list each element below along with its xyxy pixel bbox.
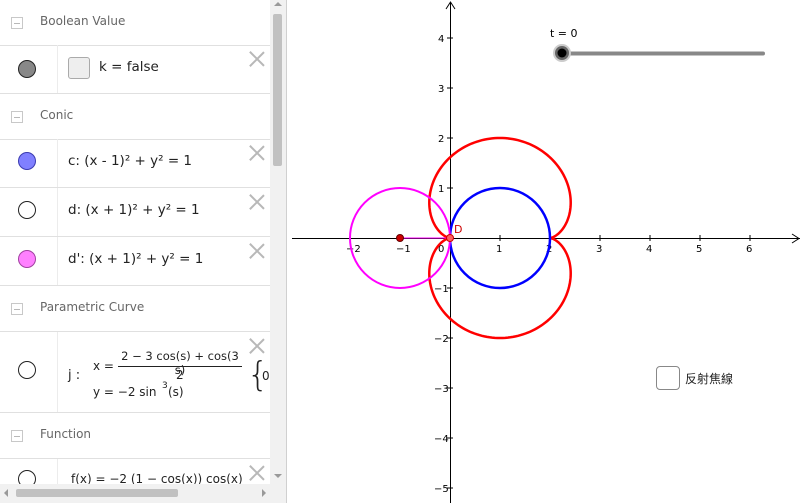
x-tick-label: −1: [396, 244, 411, 255]
checkbox-label: 反射焦線: [685, 372, 734, 386]
group-label: Conic: [40, 108, 74, 122]
algebra-text-c: c: (x - 1)² + y² = 1: [68, 153, 193, 169]
y-tick-label: −3: [434, 384, 449, 395]
fraction-bar: [118, 366, 242, 367]
algebra-view: Boolean Value k = false Conic c: (x - 1)…: [0, 0, 287, 503]
algebra-row-d-prime[interactable]: d': (x + 1)² + y² = 1: [0, 237, 270, 286]
slider-label: t = 0: [550, 27, 578, 40]
delete-icon[interactable]: [249, 243, 265, 259]
vertical-scrollbar[interactable]: [270, 0, 286, 484]
boolean-checkbox[interactable]: [68, 57, 90, 79]
collapse-toggle[interactable]: [11, 430, 23, 442]
group-boolean-value[interactable]: Boolean Value: [0, 0, 270, 46]
visibility-toggle[interactable]: [0, 237, 58, 285]
x-tick-label: 1: [496, 244, 502, 255]
y-argument: (s): [168, 385, 184, 399]
visibility-dot[interactable]: [18, 60, 36, 78]
curve-name: j :: [68, 368, 81, 383]
scrollbar-thumb[interactable]: [16, 489, 178, 497]
algebra-text-k: k = false: [99, 59, 159, 75]
x-tick-label: 5: [696, 244, 702, 255]
delete-icon[interactable]: [249, 194, 265, 210]
visibility-dot[interactable]: [18, 152, 36, 170]
algebra-row-k[interactable]: k = false: [0, 45, 270, 94]
y-tick-label: −1: [434, 284, 449, 295]
delete-icon[interactable]: [249, 145, 265, 161]
center-point[interactable]: [396, 234, 404, 242]
y-tick-label: 2: [438, 134, 444, 145]
horizontal-scrollbar[interactable]: [0, 484, 286, 503]
y-tick-label: −5: [434, 484, 449, 495]
y-tick-label: −4: [434, 434, 449, 445]
checkbox[interactable]: [656, 366, 680, 390]
scroll-right-icon[interactable]: [262, 489, 270, 497]
group-conic[interactable]: Conic: [0, 94, 270, 140]
x-denominator: 2: [176, 368, 184, 382]
scroll-up-icon[interactable]: [274, 0, 282, 6]
x-tick-label: 4: [646, 244, 652, 255]
y-tick-label: 3: [438, 84, 444, 95]
visibility-toggle[interactable]: [0, 332, 58, 412]
graphics-view[interactable]: −2 −1 0 1 2 3 4 5 64321−1−2−3−4−5 D t = 0: [287, 0, 800, 503]
y-equation: y = −2 sin: [93, 385, 157, 399]
visibility-toggle[interactable]: [0, 139, 58, 187]
y-tick-label: −2: [434, 334, 449, 345]
y-tick-label: 4: [438, 34, 444, 45]
algebra-row-c[interactable]: c: (x - 1)² + y² = 1: [0, 139, 270, 188]
group-label: Boolean Value: [40, 14, 126, 28]
point-d[interactable]: [446, 234, 454, 242]
slider-handle-core: [557, 48, 567, 58]
scrollbar-thumb[interactable]: [273, 14, 282, 166]
visibility-toggle[interactable]: [0, 188, 58, 236]
x-tick-label: 3: [596, 244, 602, 255]
collapse-toggle[interactable]: [11, 303, 23, 315]
visibility-dot[interactable]: [18, 201, 36, 219]
visibility-toggle[interactable]: [0, 45, 58, 93]
group-function[interactable]: Function: [0, 413, 270, 459]
algebra-text-d: d: (x + 1)² + y² = 1: [68, 202, 200, 218]
group-parametric-curve[interactable]: Parametric Curve: [0, 286, 270, 332]
algebra-row-d[interactable]: d: (x + 1)² + y² = 1: [0, 188, 270, 237]
delete-icon[interactable]: [249, 51, 265, 67]
delete-icon[interactable]: [249, 338, 265, 354]
axis-ticks: −2 −1 0 1 2 3 4 5 64321−1−2−3−4−5: [346, 34, 752, 495]
scroll-down-icon[interactable]: [274, 474, 282, 482]
scroll-left-icon[interactable]: [0, 489, 8, 497]
point-d-label: D: [454, 223, 462, 236]
range-start: 0: [262, 369, 270, 383]
group-label: Parametric Curve: [40, 300, 145, 314]
algebra-row-j[interactable]: j : x = 2 − 3 cos(s) + cos(3 s) 2 y = −2…: [0, 332, 270, 413]
delete-icon[interactable]: [249, 465, 265, 481]
slider-t[interactable]: t = 0: [550, 27, 765, 62]
algebra-text-d-prime: d': (x + 1)² + y² = 1: [68, 251, 204, 267]
visibility-dot[interactable]: [18, 361, 36, 379]
collapse-toggle[interactable]: [11, 17, 23, 29]
y-tick-label: 1: [438, 184, 444, 195]
group-label: Function: [40, 427, 92, 441]
grid-axes: −2 −1 0 1 2 3 4 5 64321−1−2−3−4−5: [292, 1, 800, 503]
visibility-dot[interactable]: [18, 250, 36, 268]
collapse-toggle[interactable]: [11, 111, 23, 123]
x-lhs: x =: [93, 359, 114, 373]
y-exponent: 3: [162, 381, 168, 391]
x-tick-label: 6: [746, 244, 752, 255]
